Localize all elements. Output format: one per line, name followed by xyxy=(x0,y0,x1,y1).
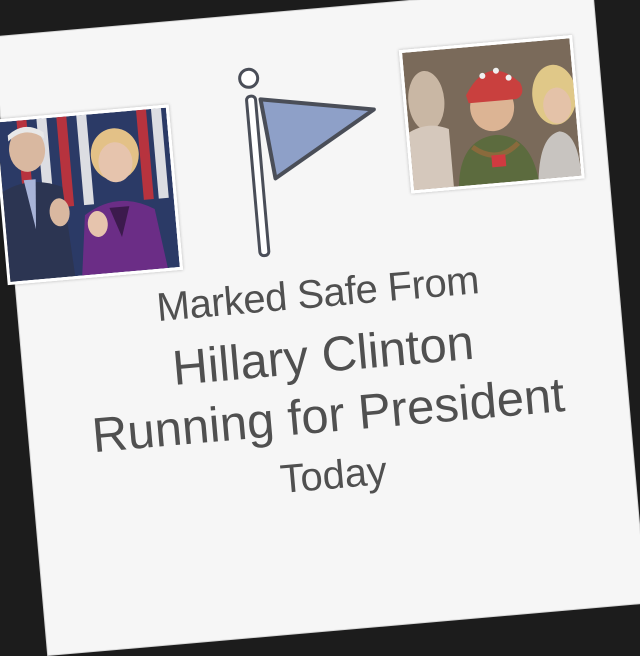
photo-right xyxy=(398,34,585,194)
photo-right-image xyxy=(402,38,582,191)
photo-left-image xyxy=(0,107,180,282)
photo-left xyxy=(0,104,184,286)
meme-card: Marked Safe From Hillary Clinton Running… xyxy=(0,0,640,655)
safety-flag-icon xyxy=(238,67,376,258)
